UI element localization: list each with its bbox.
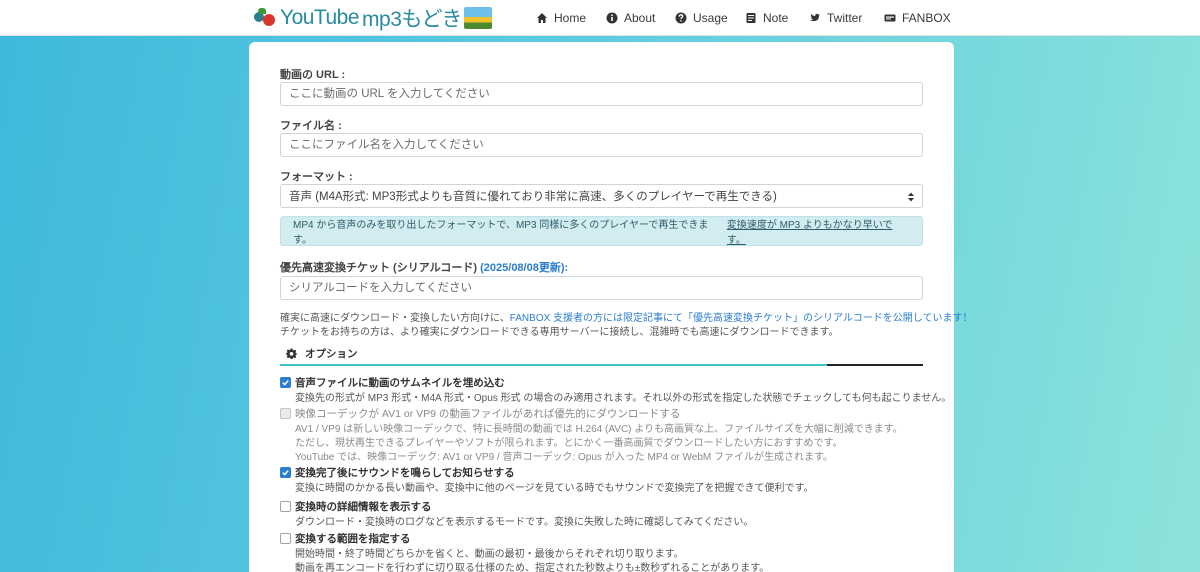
navbar: YouTube mp3もどき Home About Usage Note Twi… [0, 0, 1200, 36]
filename-label: ファイル名 : [280, 120, 342, 132]
nav-fanbox[interactable]: FANBOX [883, 10, 951, 26]
format-label: フォーマット : [280, 171, 353, 183]
ticket-label: 優先高速変換チケット (シリアルコード) (2025/08/08更新): [280, 259, 568, 275]
nav-fanbox-label: FANBOX [902, 11, 951, 25]
url-input[interactable] [280, 82, 923, 106]
range-checkbox[interactable] [280, 533, 291, 544]
range-desc-1: 開始時間・終了時間どちらかを省くと、動画の最初・最後からそれぞれ切り取ります。 [295, 549, 684, 560]
nav-twitter[interactable]: Twitter [808, 10, 862, 26]
prefer-av1-vp9-desc-1: AV1 / VP9 は新しい映像コーデックで、特に長時間の動画では H.264 … [295, 424, 903, 435]
verbose-info-checkbox[interactable] [280, 501, 291, 512]
options-header[interactable]: オプション [280, 342, 923, 366]
options-title-label: オプション [305, 348, 358, 360]
nav-about-label: About [624, 11, 656, 25]
prefer-av1-vp9-desc-3: YouTube では、映像コーデック: AV1 or VP9 / 音声コーデック… [295, 452, 833, 463]
embed-thumbnail-checkbox[interactable] [280, 377, 291, 388]
completion-sound-label[interactable]: 変換完了後にサウンドを鳴らしてお知らせする [295, 465, 515, 480]
embed-thumbnail-desc: 変換先の形式が MP3 形式・M4A 形式・Opus 形式 の場合のみ適用されま… [295, 393, 952, 404]
gear-icon [286, 348, 297, 359]
format-select[interactable]: 音声 (M4A形式: MP3形式よりも音質に優れており非常に高速、多くのプレイヤ… [280, 184, 923, 208]
format-info-box: MP4 から音声のみを取り出したフォーマットで、MP3 同様に多くのプレイヤーで… [280, 216, 923, 246]
ticket-note-2: チケットをお持ちの方は、より確実にダウンロードできる専用サーバーに接続し、混雑時… [280, 327, 839, 338]
nav-usage[interactable]: Usage [674, 10, 728, 26]
note-icon [744, 12, 757, 25]
info-icon [605, 12, 618, 25]
twitter-icon [808, 12, 821, 25]
prefer-av1-vp9-desc-2: ただし、現状再生できるプレイヤーやソフトが限られます。とにかく一番高画質でダウン… [295, 438, 843, 449]
format-info-text: MP4 から音声のみを取り出したフォーマットで、MP3 同様に多くのプレイヤーで… [293, 220, 709, 246]
prefer-av1-vp9-label: 映像コーデックが AV1 or VP9 の動画ファイルがあれば優先的にダウンロー… [295, 408, 681, 420]
completion-sound-desc: 変換に時間のかかる長い動画や、変換中に他のページを見ている時でもサウンドで変換完… [295, 483, 814, 494]
nav-usage-label: Usage [693, 11, 728, 25]
ticket-label-text: 優先高速変換チケット (シリアルコード) [280, 262, 478, 274]
filename-input[interactable] [280, 133, 923, 157]
options-header-divider [827, 364, 923, 366]
converter-panel: 動画の URL : ファイル名 : フォーマット : 音声 (M4A形式: MP… [249, 42, 972, 572]
verbose-info-desc: ダウンロード・変換時のログなどを表示するモードです。変換に失敗した時に確認してみ… [295, 517, 754, 528]
format-select-value: 音声 (M4A形式: MP3形式よりも音質に優れており非常に高速、多くのプレイヤ… [289, 191, 777, 203]
check-icon [282, 470, 289, 476]
format-info-link[interactable]: 変換速度が MP3 よりもかなり早いです。 [727, 216, 910, 246]
range-label[interactable]: 変換する範囲を指定する [295, 531, 411, 546]
serial-code-input[interactable] [280, 276, 923, 300]
nav-home-label: Home [554, 11, 587, 25]
ticket-date: (2025/08/08更新): [480, 262, 569, 274]
verbose-info-label[interactable]: 変換時の詳細情報を表示する [295, 499, 432, 514]
nav-home[interactable]: Home [535, 10, 586, 26]
check-icon [282, 380, 289, 386]
ticket-note-1: 確実に高速にダウンロード・変換したい方向けに、FANBOX 支援者の方には限定記… [280, 309, 972, 324]
completion-sound-checkbox[interactable] [280, 467, 291, 478]
nav-links: Home About Usage Note Twitter FANBOX [0, 0, 1200, 36]
home-icon [535, 12, 548, 25]
question-icon [674, 12, 687, 25]
nav-twitter-label: Twitter [827, 11, 863, 25]
nav-note[interactable]: Note [744, 10, 788, 26]
nav-note-label: Note [763, 11, 789, 25]
fanbox-icon [883, 12, 896, 25]
options-title: オプション [286, 346, 358, 361]
url-label: 動画の URL : [280, 69, 346, 81]
range-desc-2: 動画を再エンコードを行わずに切り取る仕様のため、指定された秒数よりも±数秒ずれる… [295, 563, 770, 572]
prefer-av1-vp9-checkbox [280, 408, 291, 419]
embed-thumbnail-label[interactable]: 音声ファイルに動画のサムネイルを埋め込む [295, 375, 505, 390]
nav-about[interactable]: About [605, 10, 655, 26]
select-arrows-icon [908, 192, 914, 202]
